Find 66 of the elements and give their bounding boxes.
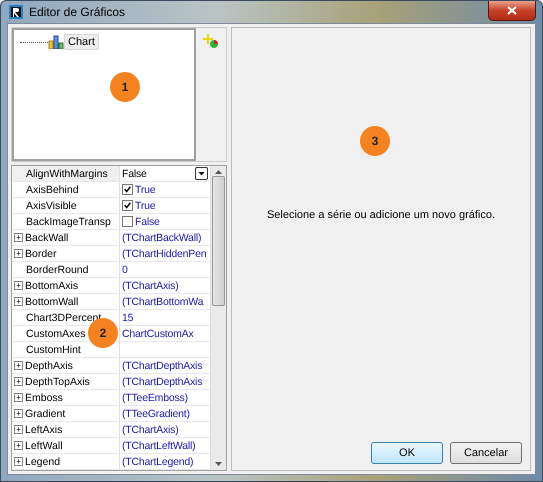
expand-icon[interactable] <box>14 441 23 450</box>
empty-message: Selecione a série ou adicione um novo gráfico. <box>266 209 496 221</box>
property-name: AxisVisible <box>26 200 77 212</box>
property-value: (TChartAxis) <box>122 424 179 436</box>
close-button[interactable] <box>488 1 536 21</box>
property-value: (TTeeGradient) <box>122 408 190 420</box>
expand-icon[interactable] <box>14 281 23 290</box>
expand-icon[interactable] <box>14 377 23 386</box>
property-name: BottomAxis <box>25 280 78 292</box>
scroll-up-icon[interactable] <box>215 170 222 174</box>
expand-icon[interactable] <box>14 361 23 370</box>
property-value: (TTeeEmboss) <box>122 392 188 404</box>
property-value: (TChartHiddenPen <box>122 248 206 260</box>
property-value: True <box>135 200 156 212</box>
property-value: 0 <box>122 264 128 276</box>
expand-icon[interactable] <box>14 409 23 418</box>
property-value: (TChartBackWall) <box>122 232 202 244</box>
property-value: (TChartDepthAxis <box>122 376 202 388</box>
property-name: BottomWall <box>25 296 78 308</box>
expand-icon[interactable] <box>14 233 23 242</box>
scroll-down-icon[interactable] <box>215 462 222 466</box>
property-value: (TChartAxis) <box>122 280 179 292</box>
expand-icon[interactable] <box>14 393 23 402</box>
property-value: ChartCustomAx <box>122 328 194 340</box>
property-name: BorderRound <box>26 264 88 276</box>
app-icon <box>9 5 23 19</box>
add-chart-icon[interactable] <box>203 34 219 49</box>
property-name: Border <box>25 248 57 260</box>
dropdown-icon[interactable] <box>195 167 208 180</box>
property-name: LeftAxis <box>25 424 62 436</box>
number-marker: 1 <box>110 72 140 102</box>
property-value: (TChartLeftWall) <box>122 440 196 452</box>
property-name: DepthAxis <box>25 360 73 372</box>
property-value: (TChartBottomWa <box>122 296 204 308</box>
number-marker: 3 <box>360 126 390 156</box>
checkbox[interactable] <box>122 216 133 227</box>
property-name: CustomAxes <box>26 328 86 340</box>
bar-chart-icon <box>48 35 64 49</box>
property-value: 15 <box>122 312 134 324</box>
property-name: BackImageTransp <box>26 216 111 228</box>
property-name: Gradient <box>25 408 66 420</box>
expand-icon[interactable] <box>14 297 23 306</box>
property-name: AlignWithMargins <box>26 168 108 180</box>
property-name: CustomHint <box>26 344 81 356</box>
cancel-button[interactable]: Cancelar <box>450 442 522 464</box>
property-name: LeftWall <box>25 440 63 452</box>
expand-icon[interactable] <box>14 425 23 434</box>
property-name: DepthTopAxis <box>25 376 90 388</box>
property-name: Emboss <box>25 392 63 404</box>
expand-icon[interactable] <box>14 249 23 258</box>
checkbox[interactable] <box>122 200 133 211</box>
window-title: Editor de Gráficos <box>29 5 126 19</box>
property-value: (TChartLegend) <box>122 456 194 468</box>
property-name: BackWall <box>25 232 68 244</box>
scrollbar[interactable] <box>210 166 226 470</box>
property-value: True <box>135 184 156 196</box>
property-value: (TChartDepthAxis <box>122 360 202 372</box>
expand-icon[interactable] <box>14 457 23 466</box>
property-value: False <box>135 216 160 228</box>
checkbox[interactable] <box>122 184 133 195</box>
property-name: Legend <box>25 456 60 468</box>
property-value: False <box>122 168 147 180</box>
ok-button[interactable]: OK <box>371 442 443 464</box>
tree-item[interactable]: Chart <box>64 34 99 50</box>
property-name: AxisBehind <box>26 184 79 196</box>
close-icon <box>507 6 517 15</box>
